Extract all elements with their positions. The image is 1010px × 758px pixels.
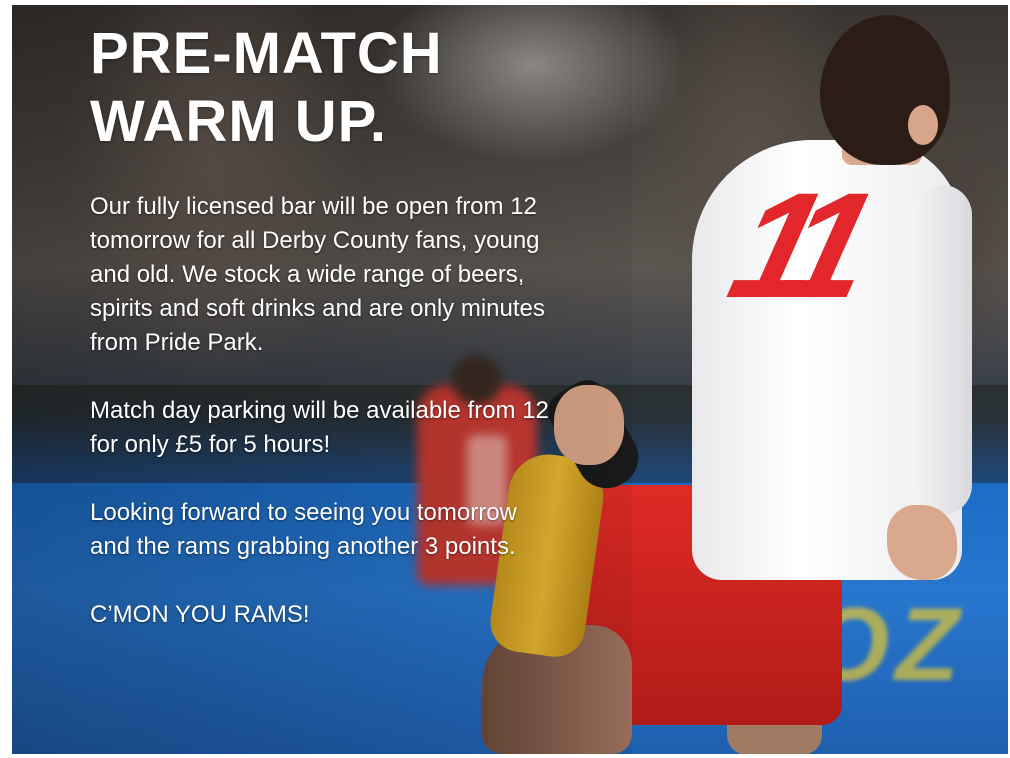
title-line-1: PRE-MATCH — [90, 21, 443, 86]
poster-body: Our fully licensed bar will be open from… — [90, 190, 560, 632]
player-ear — [908, 105, 938, 145]
player-right-arm — [912, 185, 972, 515]
poster: ECOZ 11 PRE-MATCH WARM UP. Our fully lic… — [12, 5, 1008, 754]
paragraph-parking: Match day parking will be available from… — [90, 397, 549, 458]
paragraph-looking-forward: Looking forward to seeing you tomorrow a… — [90, 499, 517, 560]
paragraph-bar-opening: Our fully licensed bar will be open from… — [90, 193, 545, 356]
closing-slogan: C’MON YOU RAMS! — [90, 601, 310, 628]
player-right-hand — [887, 505, 957, 580]
poster-title: PRE-MATCH WARM UP. — [90, 20, 570, 156]
title-line-2: WARM UP. — [90, 89, 387, 154]
player-head — [820, 15, 950, 165]
